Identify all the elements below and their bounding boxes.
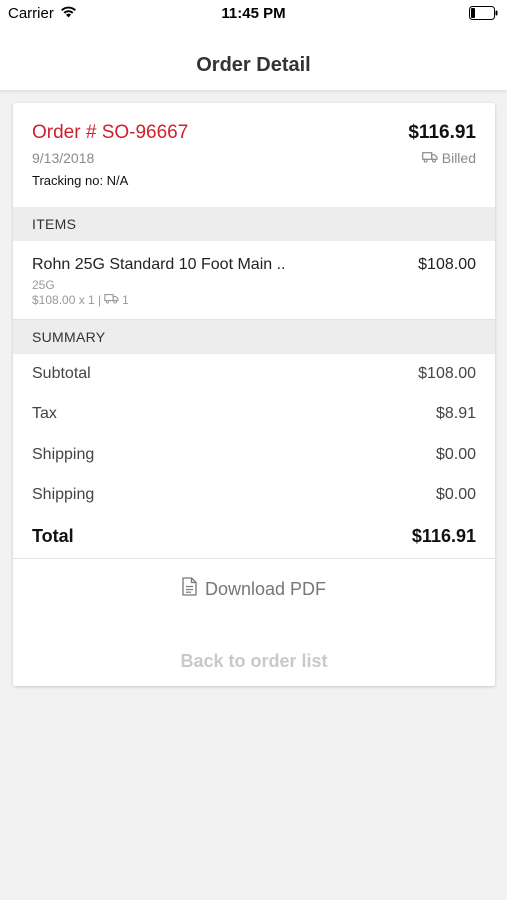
summary-row-shipping: Shipping $0.00 [13, 440, 495, 470]
item-price-quantity: $108.00 x 1 | [32, 293, 102, 307]
summary-row-shipping-2: Shipping $0.00 [13, 480, 495, 510]
items-section-title: ITEMS [32, 216, 77, 232]
order-number: Order # SO-96667 [32, 122, 189, 143]
summary-row-total: Total $116.91 [13, 520, 495, 550]
list-item[interactable]: Rohn 25G Standard 10 Foot Main .. $108.0… [13, 240, 495, 320]
summary-row-subtotal: Subtotal $108.00 [13, 359, 495, 389]
summary-section-title: SUMMARY [32, 329, 106, 345]
subtotal-value: $108.00 [418, 365, 476, 382]
page-title: Order Detail [196, 54, 311, 76]
summary-section-header: SUMMARY [13, 320, 495, 354]
battery-icon [469, 6, 499, 24]
back-to-order-list-button[interactable]: Back to order list [13, 651, 495, 672]
tracking-number: Tracking no: N/A [32, 173, 129, 188]
truck-icon [104, 293, 119, 307]
order-detail-card: Order # SO-96667 $116.91 9/13/2018 Bille… [13, 103, 495, 686]
tax-label: Tax [32, 405, 57, 422]
clock: 11:45 PM [221, 5, 286, 22]
item-shipped-quantity: 1 [122, 293, 129, 307]
total-label: Total [32, 526, 74, 546]
order-date: 9/13/2018 [32, 150, 95, 166]
shipping-value: $0.00 [435, 446, 476, 463]
download-pdf-label: Download PDF [204, 578, 327, 599]
summary-row-tax: Tax $8.91 [13, 399, 495, 429]
item-price: $108.00 [418, 256, 476, 273]
order-total: $116.91 [408, 122, 476, 143]
shipping-label: Shipping [32, 446, 95, 463]
items-section-header: ITEMS [13, 207, 495, 241]
status-bar: Carrier 11:45 PM [0, 0, 507, 28]
order-header: Order # SO-96667 $116.91 9/13/2018 Bille… [13, 103, 495, 207]
item-name: Rohn 25G Standard 10 Foot Main .. [32, 256, 286, 273]
navigation-bar: Order Detail [0, 28, 507, 91]
status-badge: Billed [421, 150, 476, 166]
shipping-value: $0.00 [435, 486, 476, 503]
shipping-label: Shipping [32, 486, 95, 503]
truck-icon [421, 150, 438, 166]
subtotal-label: Subtotal [32, 365, 91, 382]
document-icon [182, 577, 197, 601]
status-label: Billed [441, 150, 476, 166]
item-sku: 25G [32, 278, 55, 292]
item-meta: $108.00 x 1 | 1 [32, 293, 129, 307]
tax-value: $8.91 [435, 405, 476, 422]
download-pdf-button[interactable]: Download PDF [13, 577, 495, 601]
divider [13, 558, 495, 559]
total-value: $116.91 [411, 526, 476, 546]
